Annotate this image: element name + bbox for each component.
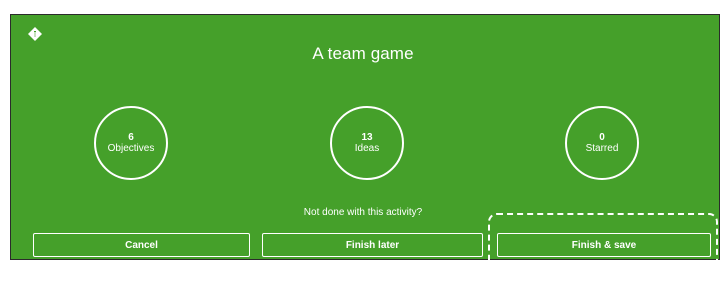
diamond-logo-icon — [28, 27, 42, 41]
stat-ideas: 13 Ideas — [330, 106, 404, 180]
stat-starred-label: Starred — [585, 142, 619, 154]
unfinished-prompt: Not done with this activity? — [303, 207, 423, 218]
finish-later-button[interactable]: Finish later — [262, 233, 483, 257]
stat-objectives-label: Objectives — [107, 142, 155, 154]
activity-title: A team game — [312, 44, 414, 63]
stat-ideas-value: 13 — [361, 131, 373, 143]
stat-starred: 0 Starred — [565, 106, 639, 180]
stat-objectives-value: 6 — [128, 131, 134, 143]
cancel-button[interactable]: Cancel — [33, 233, 250, 257]
stat-objectives: 6 Objectives — [94, 106, 168, 180]
finish-save-button[interactable]: Finish & save — [497, 233, 711, 257]
stat-ideas-label: Ideas — [354, 142, 380, 154]
stat-starred-value: 0 — [599, 131, 605, 143]
